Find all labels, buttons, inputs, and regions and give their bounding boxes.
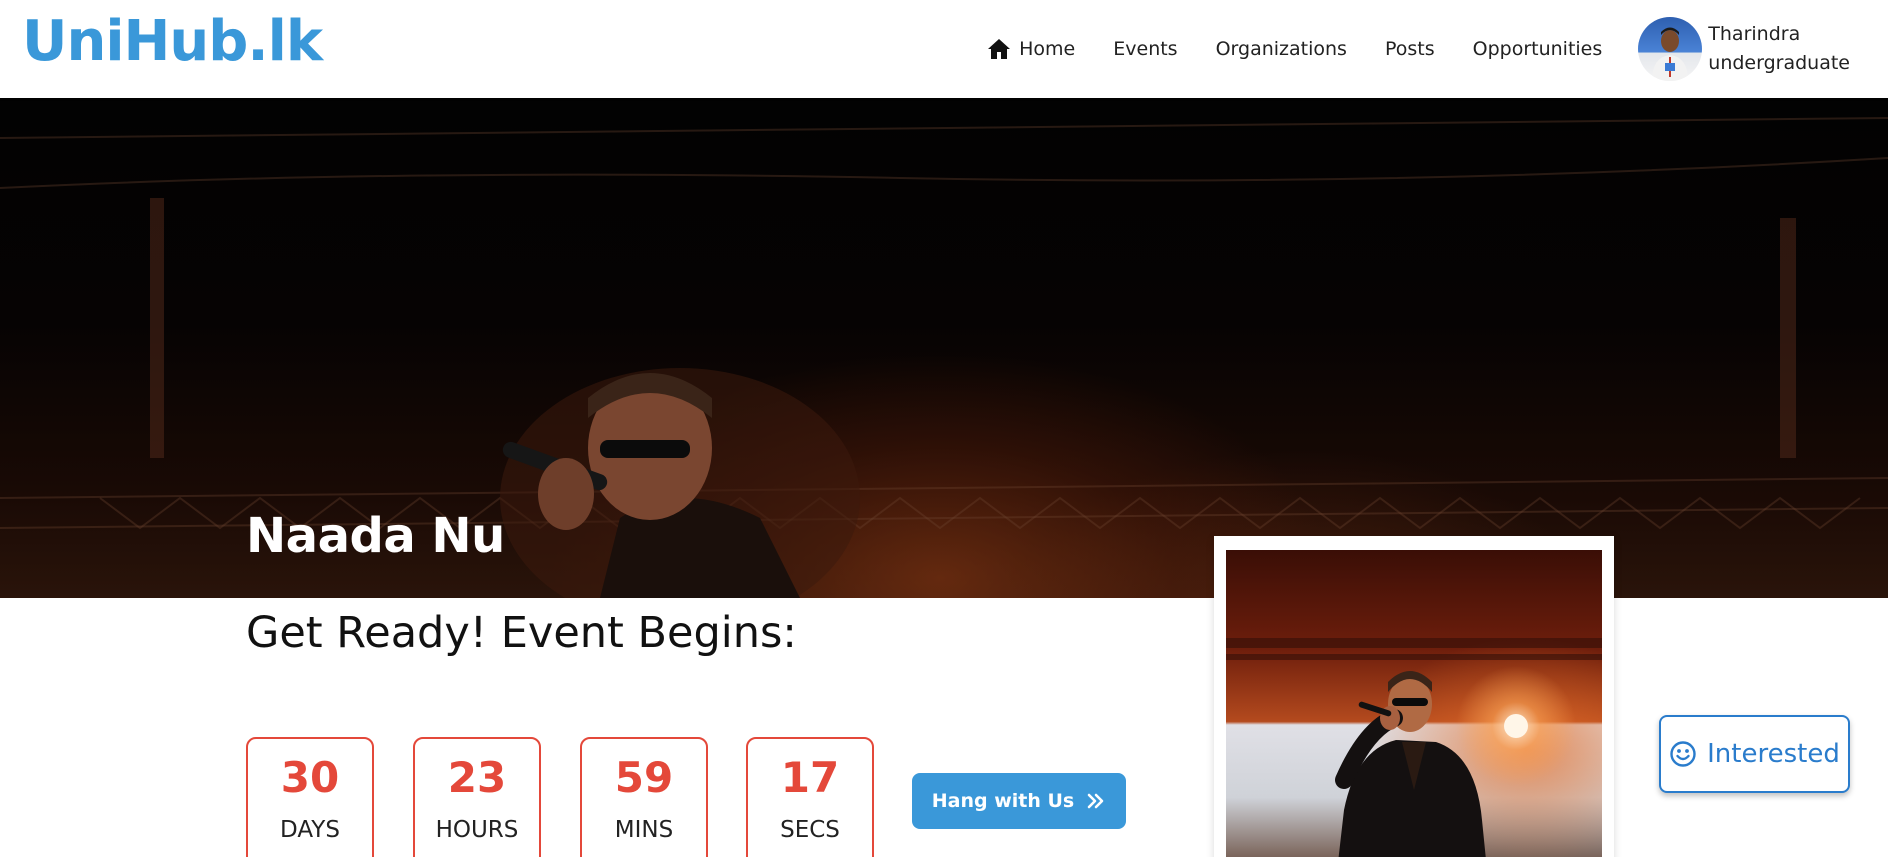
interested-button[interactable]: Interested bbox=[1659, 715, 1850, 793]
profile-role: undergraduate bbox=[1708, 52, 1850, 74]
countdown-mins-value: 59 bbox=[614, 753, 674, 802]
hang-with-us-label: Hang with Us bbox=[931, 790, 1075, 812]
nav-posts-link[interactable]: Posts bbox=[1385, 38, 1435, 60]
nav-events-link[interactable]: Events bbox=[1113, 38, 1177, 60]
countdown-mins-label: MINS bbox=[614, 817, 674, 843]
performer-photo bbox=[1226, 638, 1602, 857]
home-icon bbox=[987, 38, 1011, 60]
main-nav: Home Events Organizations Posts Opportun… bbox=[987, 38, 1602, 60]
event-title: Naada Nu bbox=[246, 508, 505, 564]
top-navbar: UniHub.lk Home Events Organizations Post… bbox=[0, 0, 1888, 98]
event-hero-banner: Naada Nu bbox=[0, 98, 1888, 598]
user-avatar bbox=[1638, 17, 1703, 81]
nav-home-link[interactable]: Home bbox=[987, 38, 1075, 60]
interested-label: Interested bbox=[1707, 739, 1840, 769]
countdown-secs-value: 17 bbox=[780, 753, 840, 802]
site-logo[interactable]: UniHub.lk bbox=[22, 14, 323, 70]
user-profile-menu[interactable]: Tharindra undergraduate bbox=[1638, 17, 1850, 81]
hang-with-us-button[interactable]: Hang with Us bbox=[912, 773, 1126, 829]
nav-opportunities-link[interactable]: Opportunities bbox=[1473, 38, 1603, 60]
smile-icon bbox=[1669, 740, 1697, 768]
nav-right: Home Events Organizations Posts Opportun… bbox=[987, 17, 1850, 81]
countdown-secs-label: SECS bbox=[780, 817, 840, 843]
countdown-days-label: DAYS bbox=[280, 817, 340, 843]
countdown-days: 30 DAYS bbox=[246, 737, 374, 857]
countdown-hours-value: 23 bbox=[447, 753, 507, 802]
countdown-hours-label: HOURS bbox=[435, 817, 519, 843]
event-poster-image bbox=[1226, 550, 1602, 857]
nav-organizations-link[interactable]: Organizations bbox=[1216, 38, 1347, 60]
countdown-days-value: 30 bbox=[280, 753, 340, 802]
event-poster bbox=[1214, 536, 1614, 857]
countdown-secs: 17 SECS bbox=[746, 737, 874, 857]
double-chevron-right-icon bbox=[1086, 792, 1106, 810]
nav-home-label: Home bbox=[1019, 38, 1076, 60]
profile-text: Tharindra undergraduate bbox=[1708, 20, 1850, 78]
countdown-hours: 23 HOURS bbox=[413, 737, 541, 857]
profile-name: Tharindra bbox=[1708, 23, 1801, 45]
countdown-mins: 59 MINS bbox=[580, 737, 708, 857]
countdown-heading: Get Ready! Event Begins: bbox=[246, 608, 797, 658]
